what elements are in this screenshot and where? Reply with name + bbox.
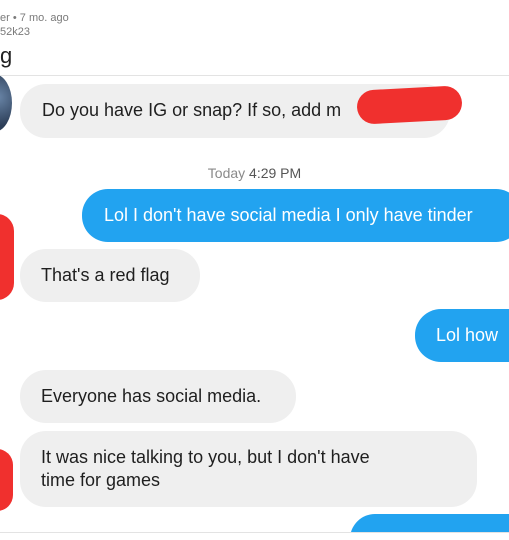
meta-separator: • (12, 12, 17, 24)
message-text: Everyone has social media. (41, 386, 262, 406)
post-sub-line: 52k23 (0, 26, 30, 38)
message-bubble-received: That's a red flag (20, 249, 200, 302)
message-bubble-sent: Lol I don't have social media I only hav… (82, 189, 509, 242)
post-title: g (0, 43, 13, 68)
message-text: Do you have IG or snap? If so, add m (42, 100, 342, 120)
message-line: time for games (41, 470, 161, 490)
post-meta: er • 7 mo. ago 52k23 (0, 12, 69, 39)
message-bubble-received: It was nice talking to you, but I don't … (20, 431, 477, 507)
match-avatar (0, 76, 12, 132)
message-text: Lol how (436, 325, 499, 345)
redaction-mark (0, 214, 14, 300)
message-text: Lol I don't have social media I only hav… (104, 205, 473, 225)
redaction-mark (356, 85, 463, 125)
chat-screenshot: Do you have IG or snap? If so, add m Tod… (0, 75, 509, 533)
message-line: It was nice talking to you, but I don't … (41, 447, 370, 467)
redaction-mark (0, 449, 13, 511)
message-text: That's a red flag (41, 265, 170, 285)
chat-timestamp: Today 4:29 PM (0, 165, 509, 181)
message-bubble-sent-partial (350, 514, 509, 532)
message-bubble-sent: Lol how (415, 309, 509, 362)
timestamp-day: Today (207, 165, 246, 181)
message-bubble-received: Everyone has social media. (20, 370, 296, 423)
post-age: 7 mo. ago (19, 12, 69, 24)
author-name[interactable]: er (0, 12, 10, 24)
timestamp-time: 4:29 PM (249, 165, 302, 181)
